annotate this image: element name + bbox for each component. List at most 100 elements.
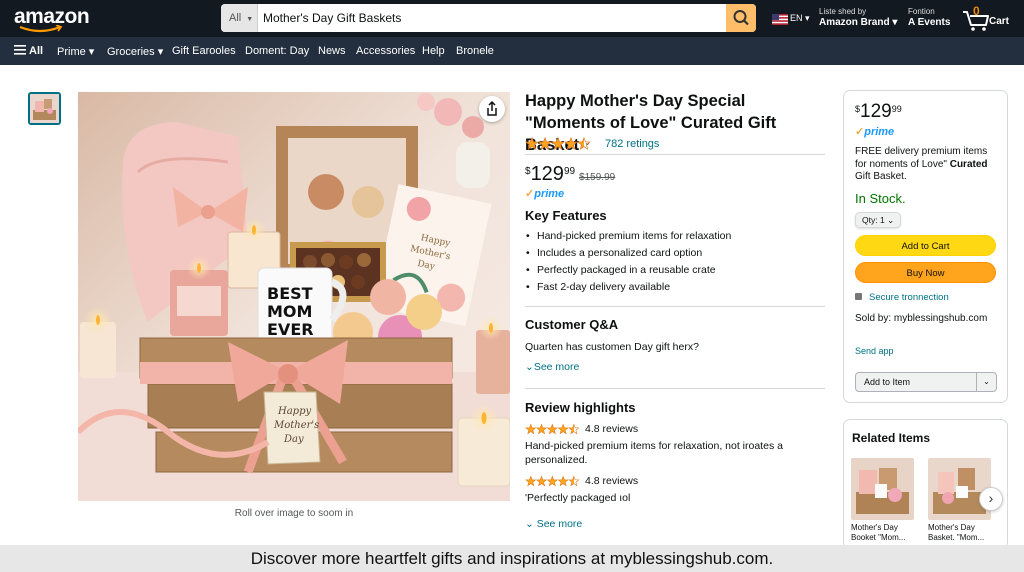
sold-by: Sold by: myblessingshub.com	[855, 313, 988, 324]
nav-item-gift[interactable]: Gift Earooles	[172, 45, 236, 57]
main-product-image[interactable]: Happy Mother's Day BEST MOM EVER Happy M…	[78, 92, 510, 501]
svg-text:EVER: EVER	[267, 320, 314, 339]
svg-text:Day: Day	[283, 434, 304, 445]
ratings-count-link[interactable]: 782 retings	[605, 138, 659, 150]
feature-item: Hand-picked premium items for relaxation	[525, 228, 731, 245]
account-line1: Liste shed by	[819, 7, 867, 16]
star-icon	[525, 475, 537, 487]
review-body: Hand-picked premium items for relaxation…	[525, 440, 783, 466]
list-price: $159.99	[579, 172, 616, 183]
nav-item-news[interactable]: News	[318, 45, 346, 57]
language-selector[interactable]: EN ▾	[790, 13, 810, 24]
divider	[525, 154, 825, 155]
feature-item: Perfectly packaged in a reusable crate	[525, 262, 731, 279]
hamburger-menu-icon	[14, 45, 26, 55]
nav-item-groceries[interactable]: Groceries ▾	[107, 45, 163, 58]
review-body: 'Perfectly packaged ıol	[525, 492, 631, 504]
star-icon	[568, 423, 580, 435]
lock-icon	[855, 293, 862, 300]
see-more-label: See more	[533, 361, 580, 373]
account-menu[interactable]: Liste shed by Amazon Brand ▾	[819, 6, 897, 28]
nav-item-doment-day[interactable]: Doment: Day	[245, 45, 309, 57]
nav-item-help[interactable]: Help	[422, 45, 445, 57]
returns-line1: Fontion	[908, 7, 935, 16]
feature-list: Hand-picked premium items for relaxation…	[525, 228, 731, 296]
delivery-bold: Curated	[949, 158, 988, 170]
svg-text:MOM: MOM	[267, 302, 312, 321]
see-more-label: See more	[536, 518, 583, 530]
buybox-price: $12999	[855, 101, 902, 123]
price-symbol: $	[855, 104, 861, 114]
product-details: Happy Mother's Day Special "Moments of L…	[525, 90, 825, 530]
related-basket-image	[928, 458, 991, 520]
star-icon	[564, 137, 578, 150]
buy-now-button[interactable]: Buy Now	[855, 262, 996, 283]
related-item-image[interactable]	[851, 458, 914, 520]
nav-item-label: Bronele	[456, 45, 494, 57]
nav-item-prime[interactable]: Prime ▾	[57, 45, 94, 58]
chevron-down-icon: ⌄	[525, 518, 537, 530]
cart-button[interactable]: 0 Cart	[962, 4, 1024, 33]
logo-smile-icon	[19, 25, 63, 33]
prime-badge: ✓prime	[525, 187, 564, 200]
chevron-down-icon: ▼	[246, 16, 254, 23]
search-button[interactable]	[726, 4, 756, 32]
share-button[interactable]	[479, 96, 505, 122]
secure-label: Secure tronnection	[869, 292, 949, 303]
nav-item-bronele[interactable]: Bronele	[456, 45, 494, 57]
svg-text:Happy: Happy	[277, 406, 311, 417]
nav-item-accessories[interactable]: Accessories	[356, 45, 415, 57]
search-category-select[interactable]: All ▼	[221, 4, 258, 32]
nav-item-label: Groceries	[107, 46, 155, 58]
product-thumbnail[interactable]	[28, 92, 61, 125]
star-icon	[551, 137, 565, 150]
nav-item-label: Accessories	[356, 45, 416, 57]
price-fraction: 99	[891, 104, 902, 114]
carousel-next-button[interactable]: ›	[979, 487, 1003, 511]
chevron-right-icon: ›	[988, 490, 994, 506]
review-rating-row: 4.8 reviews	[525, 475, 825, 488]
footer-banner: Discover more heartfelt gifts and inspir…	[0, 545, 1024, 572]
search-input[interactable]	[258, 4, 726, 32]
chevron-down-icon[interactable]: ⌄	[976, 373, 996, 391]
prime-label: prime	[864, 126, 895, 138]
nav-item-label: Help	[422, 45, 445, 57]
secure-transaction-link[interactable]: Secure tronnection	[855, 292, 949, 303]
review-count: 4.8 reviews	[585, 423, 639, 435]
star-rating-icon	[525, 423, 580, 435]
thumbnail-image	[30, 94, 59, 123]
quantity-select[interactable]: Qty: 1 ⌄	[855, 212, 901, 228]
related-item-caption[interactable]: Mother's Day Basket. "Mom...	[928, 523, 993, 543]
add-to-item-label: Add to Item	[864, 377, 911, 387]
prime-check-icon: ✓	[525, 188, 535, 200]
send-app-link[interactable]: Send app	[855, 346, 894, 356]
returns-menu[interactable]: Fontion A Events	[908, 6, 950, 28]
nav-bar: All Prime ▾ Groceries ▾ Gift Earooles Do…	[0, 37, 1024, 65]
star-icon	[535, 475, 548, 487]
star-icon	[525, 137, 539, 150]
qty-label: Qty: 1	[862, 215, 885, 225]
svg-text:Mother's: Mother's	[273, 420, 319, 431]
add-to-cart-button[interactable]: Add to Cart	[855, 235, 996, 256]
cart-label: Cart	[989, 16, 1010, 27]
nav-item-label: Prime	[57, 46, 86, 58]
related-item-image[interactable]	[928, 458, 991, 520]
nav-all-menu[interactable]: All	[14, 45, 43, 57]
related-item-caption[interactable]: Mother's Day Booket "Mom...	[851, 523, 916, 543]
reviews-see-more-link[interactable]: ⌄ See more	[525, 518, 582, 530]
rating-row: ⌄ 782 retings	[525, 137, 825, 151]
qa-see-more-link[interactable]: ⌄See more	[525, 361, 579, 373]
cart-count: 0	[973, 4, 980, 18]
review-count: 4.8 reviews	[585, 475, 639, 487]
chevron-down-icon: ⌄	[887, 215, 895, 225]
language-label: EN	[790, 13, 803, 23]
chevron-down-icon[interactable]: ⌄	[584, 138, 591, 147]
add-to-list-select[interactable]: Add to Item ⌄	[855, 372, 997, 392]
gift-basket-image: Happy Mother's Day BEST MOM EVER Happy M…	[78, 92, 510, 501]
nav-item-label: Doment: Day	[245, 45, 310, 57]
review-rating-row: 4.8 reviews	[525, 423, 825, 436]
buy-box: $12999 ✓prime FREE delivery premium item…	[843, 90, 1008, 403]
divider	[525, 306, 825, 307]
price-symbol: $	[525, 166, 531, 177]
price-fraction: 99	[563, 166, 576, 177]
